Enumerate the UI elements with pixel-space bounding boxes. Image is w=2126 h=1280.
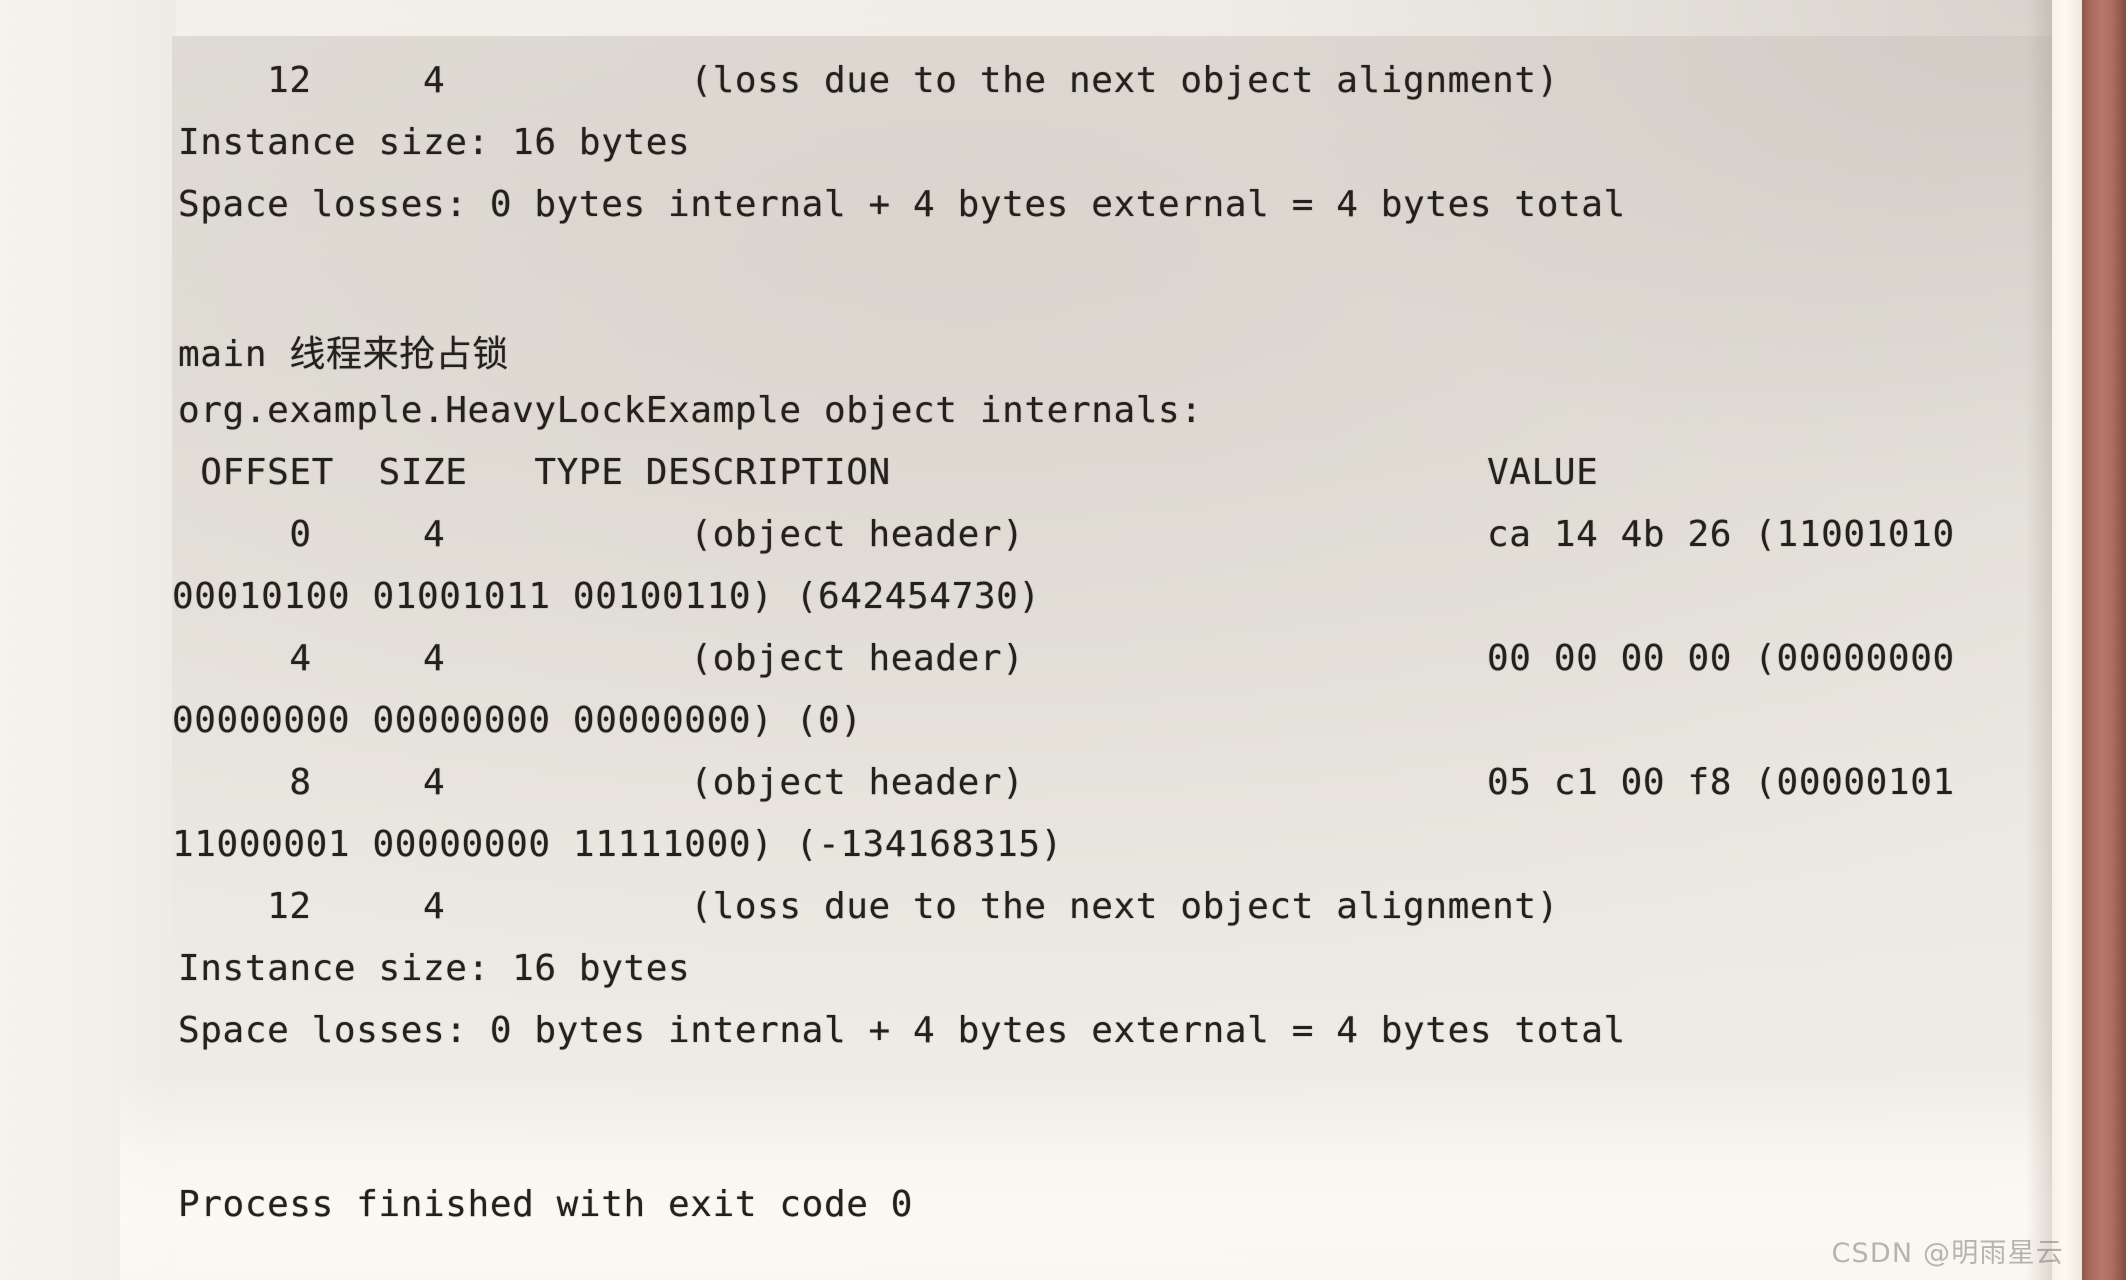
- photographed-page-scene: 12 4 (loss due to the next object alignm…: [0, 0, 2126, 1280]
- table-row-offset-8-value-head: 05 c1 00 f8 (00000101: [1487, 762, 1955, 803]
- top-instance-size-line: Instance size: 16 bytes: [178, 122, 691, 163]
- object-internals-header-left: OFFSET SIZE TYPE DESCRIPTION: [178, 452, 891, 493]
- top-space-losses-line: Space losses: 0 bytes internal + 4 bytes…: [178, 184, 1626, 225]
- table-row-offset-4-left: 4 4 (object header): [178, 638, 1025, 679]
- table-row-offset-0-value-head: ca 14 4b 26 (11001010: [1487, 514, 1955, 555]
- bottom-space-losses-line: Space losses: 0 bytes internal + 4 bytes…: [178, 1010, 1626, 1051]
- annotation-main-thread-lock: main 线程来抢占锁: [178, 325, 509, 377]
- annotation-cjk-part: 线程来抢占锁: [289, 334, 509, 375]
- object-internals-header-value: VALUE: [1487, 452, 1599, 493]
- table-row-offset-4-value-head: 00 00 00 00 (00000000: [1487, 638, 1955, 679]
- table-row-offset-4-value-tail: 00000000 00000000 00000000) (0): [172, 700, 863, 741]
- table-row-offset-8-value-tail: 11000001 00000000 11111000) (-134168315): [172, 824, 1063, 865]
- csdn-watermark: CSDN @明雨星云: [1831, 1238, 2064, 1269]
- object-internals-title: org.example.HeavyLockExample object inte…: [178, 390, 1203, 431]
- table-row-offset-8-left: 8 4 (object header): [178, 762, 1025, 803]
- console-output-text: 12 4 (loss due to the next object alignm…: [0, 0, 2126, 1280]
- table-row-offset-0-value-tail: 00010100 01001011 00100110) (642454730): [172, 576, 1041, 617]
- table-row-offset-0-left: 0 4 (object header): [178, 514, 1025, 555]
- top-alignment-loss-row: 12 4 (loss due to the next object alignm…: [178, 60, 1559, 101]
- annotation-latin-part: main: [178, 334, 290, 375]
- process-finished-line: Process finished with exit code 0: [178, 1184, 914, 1225]
- bottom-alignment-loss-row: 12 4 (loss due to the next object alignm…: [178, 886, 1559, 927]
- bottom-instance-size-line: Instance size: 16 bytes: [178, 948, 691, 989]
